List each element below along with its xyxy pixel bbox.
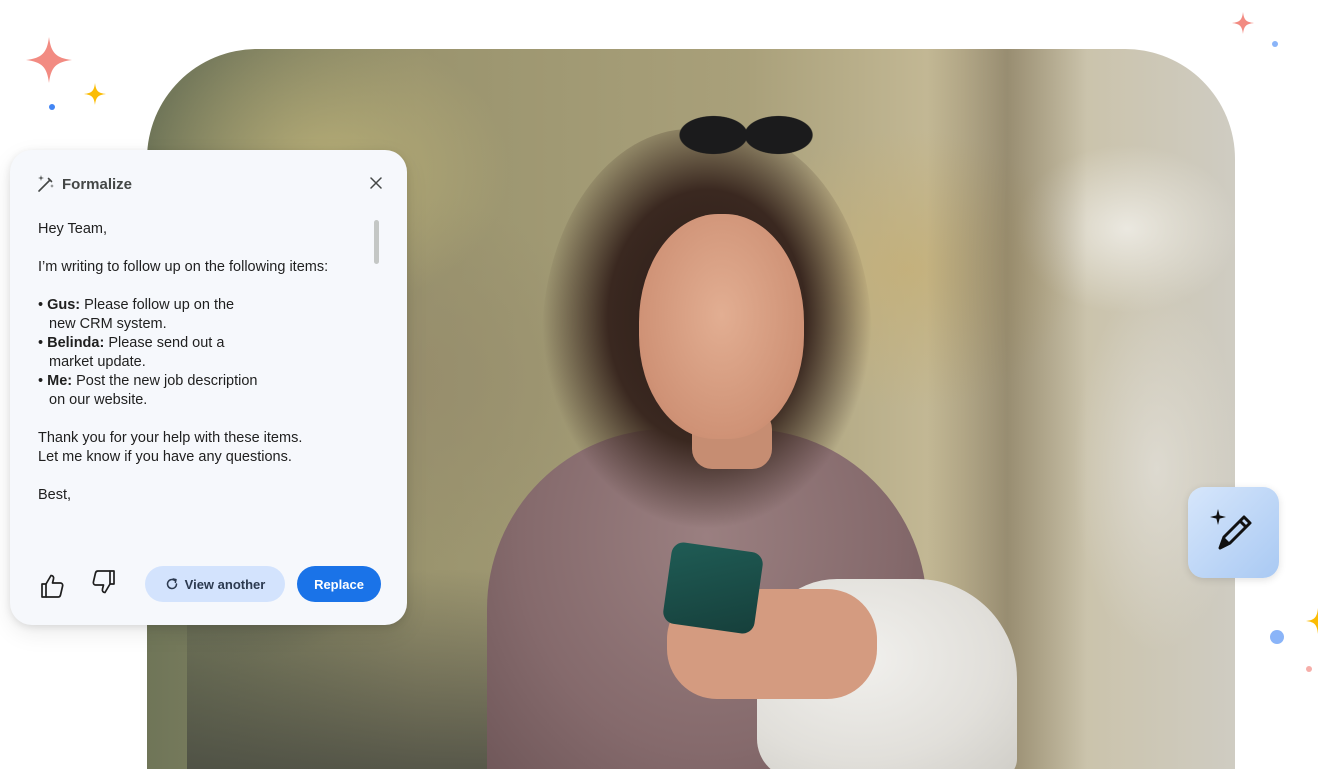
list-item: • Belinda: Please send out a market upda… (38, 335, 225, 370)
thumbs-down-icon[interactable] (90, 568, 118, 596)
sunglasses-icon (667, 109, 822, 161)
view-another-label: View another (184, 576, 266, 592)
scrollbar-thumb[interactable] (374, 220, 379, 264)
person-face (639, 214, 804, 439)
sparkle-red-large-icon (26, 37, 72, 83)
card-header: Formalize (36, 174, 132, 194)
magic-wand-icon (38, 175, 54, 192)
list-item-lead: Belinda: (47, 335, 105, 351)
list-item-lead: Gus: (47, 297, 81, 313)
magic-pen-button[interactable] (1188, 487, 1279, 578)
formalize-card: Formalize Hey Team, I’m writing to follo… (10, 150, 407, 625)
closing-line: Thank you for your help with these items… (38, 430, 303, 446)
sparkle-dot-blue (49, 104, 55, 110)
view-another-button[interactable]: View another (145, 566, 285, 602)
card-actions: View another Replace (34, 566, 383, 604)
replace-button[interactable]: Replace (297, 566, 381, 602)
refresh-icon (166, 578, 177, 590)
sparkle-dot-blue-top-right (1272, 41, 1278, 47)
sparkle-yellow-small-icon (84, 83, 106, 105)
list-item: • Gus: Please follow up on the new CRM s… (38, 297, 235, 332)
list-item-text: Please send out a (108, 335, 225, 351)
magic-pen-icon (1209, 508, 1251, 549)
list-item: • Me: Post the new job description on ou… (38, 373, 258, 408)
list-item-continuation: market update. (49, 354, 146, 370)
greeting: Hey Team, (38, 221, 108, 237)
list-item-continuation: new CRM system. (49, 316, 167, 332)
close-icon (370, 177, 382, 189)
thumbs-up-icon[interactable] (38, 572, 66, 600)
list-item-continuation: on our website. (49, 392, 148, 408)
list-item-text: Post the new job description (76, 373, 258, 389)
intro-line: I’m writing to follow up on the followin… (38, 259, 329, 275)
sparkle-yellow-bottom-right-icon (1306, 608, 1318, 634)
suggested-text: Hey Team, I’m writing to follow up on th… (38, 220, 373, 505)
list-item-text: Please follow up on the (84, 297, 235, 313)
smartphone-icon (661, 540, 765, 636)
sparkle-dot-red-bottom-right (1306, 666, 1312, 672)
sign-off: Best, (38, 487, 72, 503)
card-title: Formalize (62, 175, 133, 193)
close-button[interactable] (367, 174, 385, 192)
sparkle-red-top-right-icon (1232, 12, 1254, 34)
sparkle-dot-blue-bottom-right (1270, 630, 1284, 644)
closing-line: Let me know if you have any questions. (38, 449, 292, 465)
list-item-lead: Me: (47, 373, 73, 389)
